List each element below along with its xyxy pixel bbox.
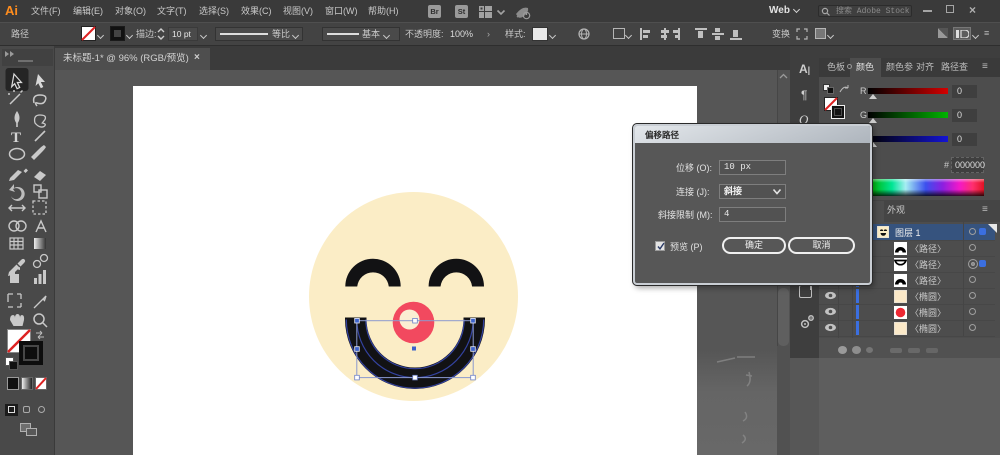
- svg-text:T: T: [11, 130, 21, 146]
